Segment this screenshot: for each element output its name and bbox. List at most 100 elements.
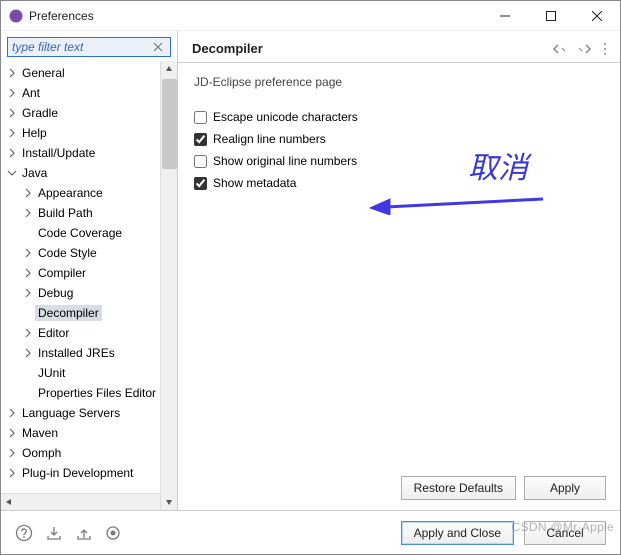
tree-item-label: Editor xyxy=(35,325,72,341)
annotation-arrow-icon xyxy=(368,185,548,215)
preferences-dialog: Preferences General Ant Gradle Help Install/… xyxy=(0,0,621,555)
chevron-down-icon[interactable] xyxy=(5,166,19,180)
tree-item-label: Build Path xyxy=(35,205,96,221)
tree-item-label: Java xyxy=(19,165,50,181)
chevron-right-icon[interactable] xyxy=(5,106,19,120)
cancel-button[interactable]: Cancel xyxy=(524,521,606,545)
tree-item[interactable]: Appearance xyxy=(1,183,177,203)
annotation-text: 取消 xyxy=(468,143,528,187)
page-title: Decompiler xyxy=(192,41,552,56)
chevron-right-icon[interactable] xyxy=(5,426,19,440)
tree-item-label: Code Coverage xyxy=(35,225,125,241)
chevron-right-icon[interactable] xyxy=(5,146,19,160)
tree-item-label: Installed JREs xyxy=(35,345,118,361)
view-menu-icon[interactable] xyxy=(600,42,610,56)
maximize-button[interactable] xyxy=(528,1,574,31)
tree-item[interactable]: Editor xyxy=(1,323,177,343)
option-row[interactable]: Show original line numbers xyxy=(194,151,604,171)
import-icon[interactable] xyxy=(45,524,63,542)
tree-spacer xyxy=(21,306,35,320)
tree-item-label: Appearance xyxy=(35,185,106,201)
tree-item[interactable]: Plug-in Development xyxy=(1,463,177,483)
tree-item-label: Debug xyxy=(35,285,76,301)
nav-forward-icon[interactable] xyxy=(576,43,592,55)
tree-item[interactable]: Decompiler xyxy=(1,303,177,323)
tree-item-label: Install/Update xyxy=(19,145,98,161)
tree-item[interactable]: Java xyxy=(1,163,177,183)
tree-item[interactable]: Installed JREs xyxy=(1,343,177,363)
restore-defaults-button[interactable]: Restore Defaults xyxy=(401,476,516,500)
option-checkbox[interactable] xyxy=(194,177,207,190)
sidebar: General Ant Gradle Help Install/Update Java Ap… xyxy=(1,31,178,510)
tree-item[interactable]: Install/Update xyxy=(1,143,177,163)
chevron-right-icon[interactable] xyxy=(5,86,19,100)
option-checkbox[interactable] xyxy=(194,133,207,146)
tree-item[interactable]: Maven xyxy=(1,423,177,443)
clear-filter-icon[interactable] xyxy=(153,41,165,53)
tree-item[interactable]: Debug xyxy=(1,283,177,303)
tree-item-label: JUnit xyxy=(35,365,68,381)
tree-item-label: Decompiler xyxy=(35,305,102,321)
nav-back-icon[interactable] xyxy=(552,43,568,55)
tree-item[interactable]: General xyxy=(1,63,177,83)
tree-item-label: Maven xyxy=(19,425,61,441)
horizontal-scrollbar[interactable] xyxy=(1,493,177,510)
minimize-button[interactable] xyxy=(482,1,528,31)
dialog-footer: Apply and Close Cancel xyxy=(1,510,620,554)
scroll-left-icon[interactable] xyxy=(1,495,17,510)
tree-item[interactable]: Gradle xyxy=(1,103,177,123)
app-icon xyxy=(9,9,23,23)
tree-item-label: Code Style xyxy=(35,245,100,261)
tree-item[interactable]: JUnit xyxy=(1,363,177,383)
scroll-down-icon[interactable] xyxy=(162,494,177,510)
scroll-up-icon[interactable] xyxy=(162,61,177,77)
tree-item[interactable]: Code Style xyxy=(1,243,177,263)
help-icon[interactable] xyxy=(15,524,33,542)
chevron-right-icon[interactable] xyxy=(21,326,35,340)
tree-item-label: Ant xyxy=(19,85,43,101)
chevron-right-icon[interactable] xyxy=(21,286,35,300)
tree-item[interactable]: Compiler xyxy=(1,263,177,283)
tree-spacer xyxy=(21,226,35,240)
apply-button[interactable]: Apply xyxy=(524,476,606,500)
tree-item[interactable]: Ant xyxy=(1,83,177,103)
chevron-right-icon[interactable] xyxy=(21,186,35,200)
tree-item[interactable]: Properties Files Editor xyxy=(1,383,177,403)
tree-item-label: Oomph xyxy=(19,445,64,461)
chevron-right-icon[interactable] xyxy=(21,266,35,280)
chevron-right-icon[interactable] xyxy=(21,346,35,360)
apply-and-close-button[interactable]: Apply and Close xyxy=(401,521,514,545)
tree-item-label: General xyxy=(19,65,68,81)
tree-item[interactable]: Oomph xyxy=(1,443,177,463)
filter-input[interactable] xyxy=(7,37,171,57)
option-row[interactable]: Escape unicode characters xyxy=(194,107,604,127)
tree-item-label: Compiler xyxy=(35,265,89,281)
scroll-thumb[interactable] xyxy=(162,79,177,169)
close-button[interactable] xyxy=(574,1,620,31)
chevron-right-icon[interactable] xyxy=(5,126,19,140)
tree-item[interactable]: Language Servers xyxy=(1,403,177,423)
record-icon[interactable] xyxy=(105,525,121,541)
option-label: Realign line numbers xyxy=(213,132,326,146)
window-title: Preferences xyxy=(29,9,482,23)
tree-item-label: Properties Files Editor xyxy=(35,385,159,401)
tree-item-label: Plug-in Development xyxy=(19,465,136,481)
chevron-right-icon[interactable] xyxy=(5,446,19,460)
chevron-right-icon[interactable] xyxy=(5,66,19,80)
chevron-right-icon[interactable] xyxy=(21,206,35,220)
vertical-scrollbar[interactable] xyxy=(160,61,177,510)
category-tree[interactable]: General Ant Gradle Help Install/Update Java Ap… xyxy=(1,61,177,493)
export-icon[interactable] xyxy=(75,524,93,542)
option-row[interactable]: Realign line numbers xyxy=(194,129,604,149)
tree-item-label: Help xyxy=(19,125,50,141)
tree-item[interactable]: Help xyxy=(1,123,177,143)
tree-item[interactable]: Build Path xyxy=(1,203,177,223)
chevron-right-icon[interactable] xyxy=(21,246,35,260)
chevron-right-icon[interactable] xyxy=(5,406,19,420)
titlebar: Preferences xyxy=(1,1,620,31)
option-checkbox[interactable] xyxy=(194,155,207,168)
option-label: Show metadata xyxy=(213,176,296,190)
option-checkbox[interactable] xyxy=(194,111,207,124)
tree-item[interactable]: Code Coverage xyxy=(1,223,177,243)
chevron-right-icon[interactable] xyxy=(5,466,19,480)
